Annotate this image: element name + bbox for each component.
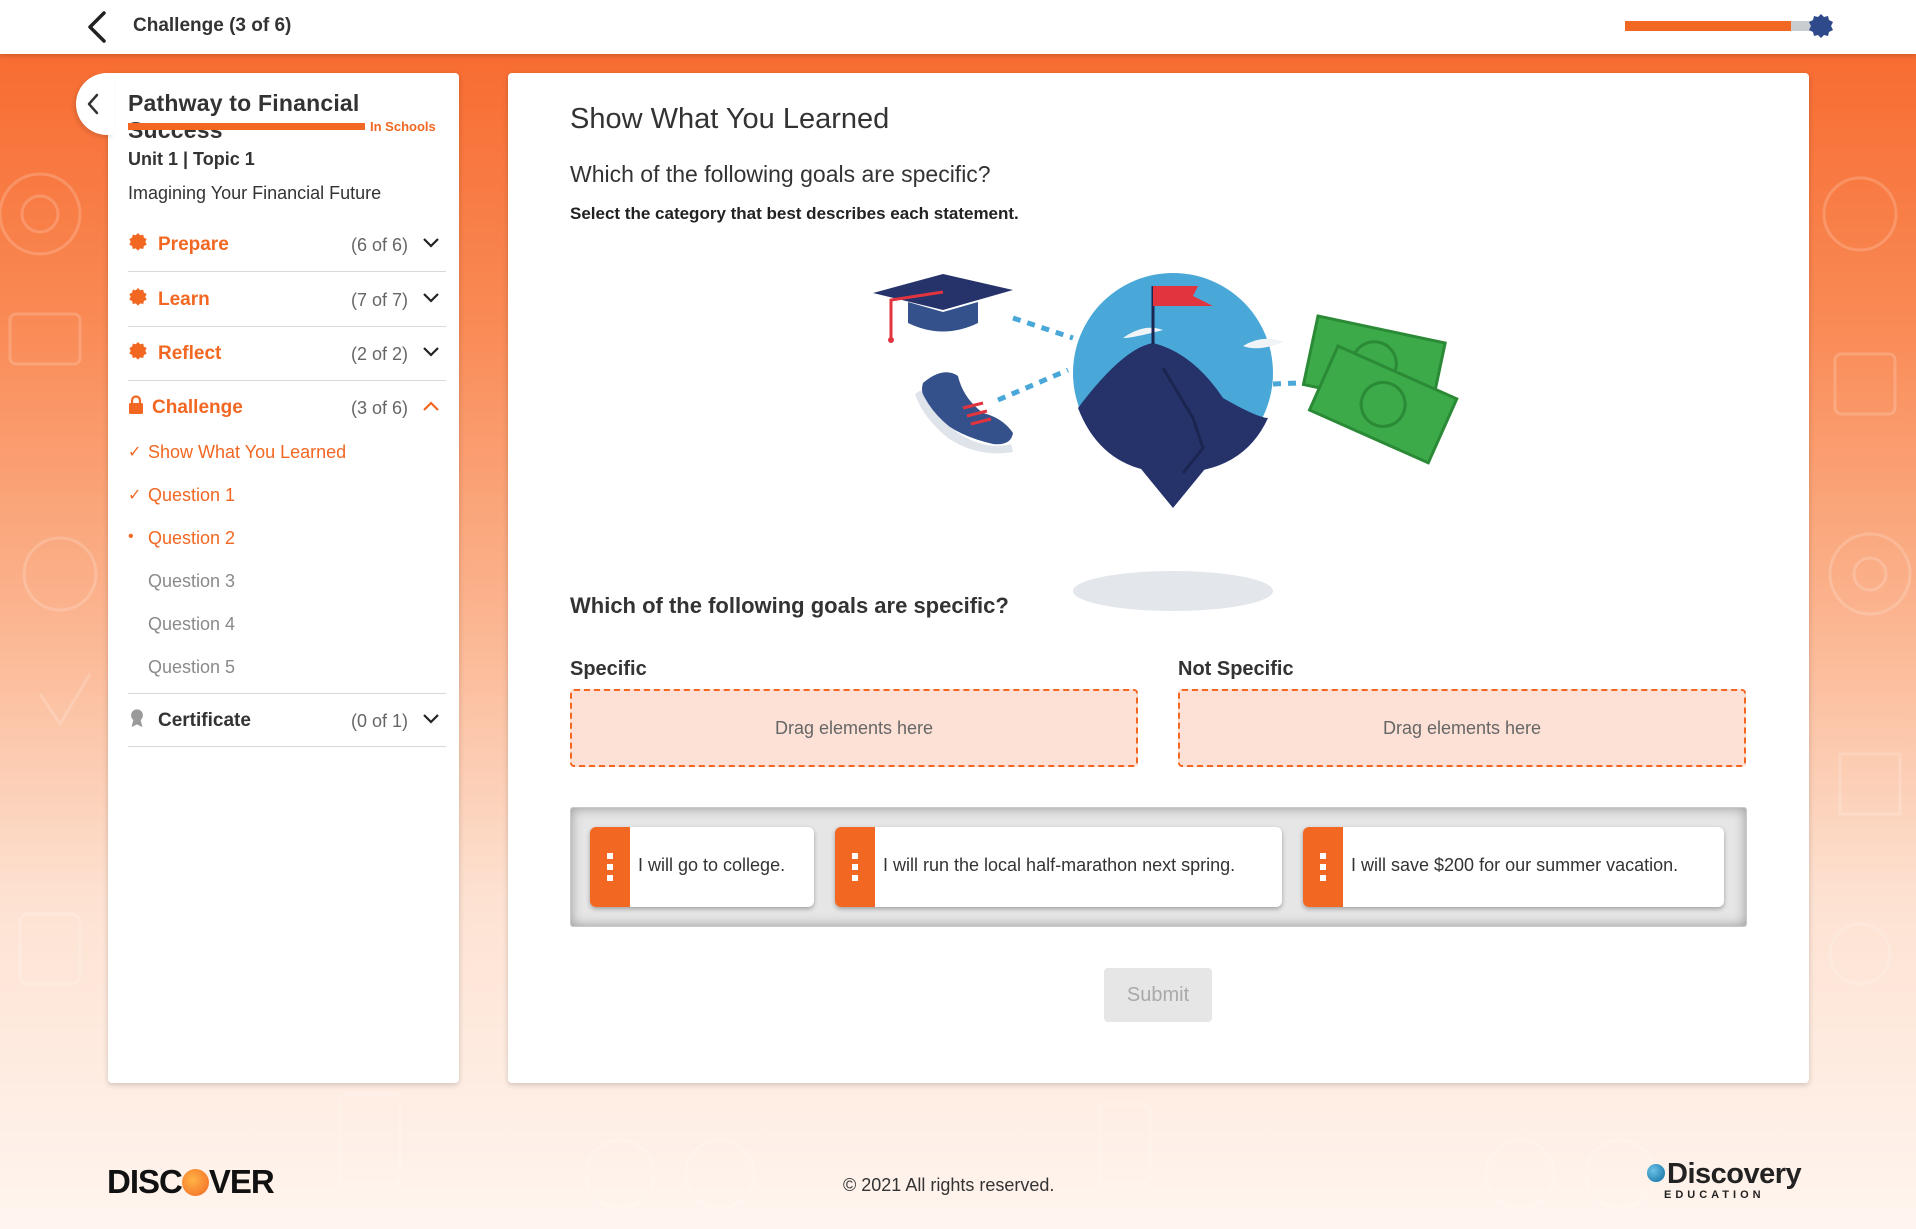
draggable-card-college[interactable]: I will go to college.	[590, 827, 814, 907]
sidebar-item-count: (0 of 1)	[350, 711, 408, 731]
checkmark-icon: ✓	[128, 444, 142, 461]
sidebar-item-count: (7 of 7)	[350, 290, 408, 310]
draggable-card-half-marathon[interactable]: I will run the local half-marathon next …	[835, 827, 1282, 907]
challenge-item-label: Question 2	[148, 528, 236, 548]
challenge-item-label: Question 5	[148, 657, 236, 677]
progress-bar	[1625, 21, 1825, 31]
badge-icon	[129, 288, 147, 306]
chevron-down-icon[interactable]	[422, 712, 440, 726]
sidebar-item-count: (6 of 6)	[350, 235, 408, 255]
chevron-up-icon[interactable]	[422, 399, 440, 413]
bullet-icon: •	[128, 528, 134, 545]
page-title: Challenge (3 of 6)	[133, 15, 292, 36]
sidebar-item-label: Reflect	[158, 343, 222, 364]
draggable-card-save-200[interactable]: I will save $200 for our summer vacation…	[1303, 827, 1724, 907]
submit-button[interactable]: Submit	[1104, 968, 1212, 1022]
challenge-item-label: Show What You Learned	[148, 442, 347, 462]
instruction-text: Select the category that best describes …	[570, 204, 1019, 223]
topic-title: Imagining Your Financial Future	[128, 183, 382, 203]
not-specific-drop-zone[interactable]: Drag elements here	[1178, 689, 1746, 767]
card-text: I will go to college.	[638, 855, 786, 875]
badge-icon	[129, 233, 147, 251]
challenge-item-label: Question 3	[148, 571, 236, 591]
card-text: I will run the local half-marathon next …	[883, 855, 1236, 875]
section-title: Show What You Learned	[570, 103, 890, 135]
sidebar-item-prepare[interactable]: Prepare (6 of 6)	[128, 218, 446, 272]
sidebar-item-label: Learn	[158, 289, 210, 310]
drop-zone-placeholder: Drag elements here	[1382, 717, 1542, 738]
draggable-items-tray: I will go to college. I will run the loc…	[570, 807, 1747, 927]
sidebar-item-label: Challenge	[152, 397, 243, 418]
drag-question-text: Which of the following goals are specifi…	[570, 593, 1009, 618]
copyright-text: © 2021 All rights reserved.	[843, 1175, 1055, 1195]
badge-icon	[129, 342, 147, 360]
progress-fill	[1625, 21, 1791, 31]
unit-topic-label: Unit 1 | Topic 1	[128, 149, 255, 169]
lock-icon	[129, 395, 143, 414]
sidebar-item-count: (3 of 6)	[350, 398, 408, 418]
sidebar-item-label: Certificate	[158, 710, 251, 731]
award-badge-icon	[1809, 14, 1833, 38]
sidebar-item-learn[interactable]: Learn (7 of 7)	[128, 273, 446, 327]
globe-icon	[1647, 1164, 1665, 1182]
discovery-education-sub: EDUCATION	[1664, 1189, 1765, 1201]
sidebar-item-certificate[interactable]: Certificate (0 of 1)	[128, 693, 446, 747]
chevron-left-icon	[87, 93, 99, 115]
discovery-education-word: Discovery	[1667, 1158, 1802, 1190]
challenge-item-label: Question 1	[148, 485, 236, 505]
drag-handle-icon[interactable]	[590, 827, 630, 907]
top-bar: Challenge (3 of 6)	[0, 0, 1916, 54]
back-arrow-icon[interactable]	[82, 10, 112, 44]
discover-logo-o	[181, 1169, 209, 1196]
sidebar-collapse-button[interactable]	[76, 73, 114, 135]
course-logo-title: Pathway to Financial Success	[128, 90, 360, 143]
discover-logo-right: VER	[208, 1163, 275, 1200]
chevron-down-icon[interactable]	[422, 236, 440, 250]
sidebar-item-count: (2 of 2)	[350, 344, 408, 364]
sidebar: Pathway to Financial Success In Schools …	[108, 73, 459, 1083]
main-content-panel: Show What You Learned Which of the follo…	[508, 73, 1809, 1083]
not-specific-zone-label: Not Specific	[1178, 658, 1294, 680]
discover-logo-left: DISC	[107, 1163, 183, 1200]
specific-drop-zone[interactable]: Drag elements here	[570, 689, 1138, 767]
specific-zone-label: Specific	[570, 658, 647, 680]
chevron-down-icon[interactable]	[422, 345, 440, 359]
course-logo-bar	[128, 123, 365, 130]
chevron-down-icon[interactable]	[422, 291, 440, 305]
discovery-education-logo: Discovery EDUCATION	[1647, 1158, 1811, 1202]
checkmark-icon: ✓	[128, 487, 142, 504]
award-icon	[131, 709, 143, 728]
challenge-item-label: Question 4	[148, 614, 236, 634]
drag-handle-icon[interactable]	[1303, 827, 1343, 907]
card-text: I will save $200 for our summer vacation…	[1351, 855, 1679, 875]
discover-logo: DISC VER	[107, 1163, 275, 1201]
question-text: Which of the following goals are specifi…	[570, 161, 991, 187]
course-logo-subtitle: In Schools	[370, 119, 436, 134]
sidebar-item-challenge[interactable]: Challenge (3 of 6)	[128, 381, 446, 435]
sidebar-item-label: Prepare	[158, 234, 229, 255]
drop-zone-placeholder: Drag elements here	[774, 717, 934, 738]
drag-handle-icon[interactable]	[835, 827, 875, 907]
goals-illustration	[873, 273, 1459, 611]
sidebar-item-reflect[interactable]: Reflect (2 of 2)	[128, 327, 446, 381]
